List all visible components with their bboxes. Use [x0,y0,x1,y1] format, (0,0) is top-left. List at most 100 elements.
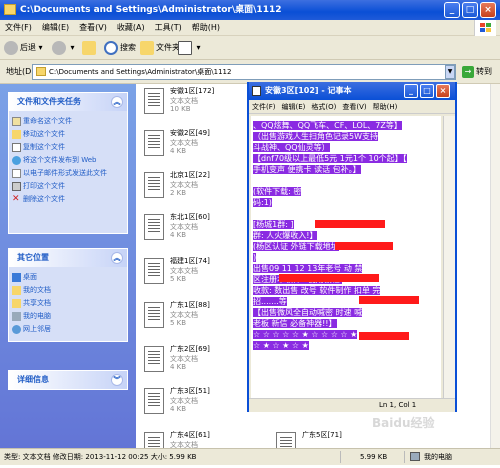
np-menu-file[interactable]: 文件(F) [249,100,279,114]
toolbar: 后退 ▾ ▾ 搜索 文件夹 ▾ [0,36,500,60]
text-line: 【dnf70级以上最低5元 1元1个 10个起】【 [253,154,407,163]
place-my-computer[interactable]: 我的电脑 [9,310,127,323]
text-document-icon [144,302,164,328]
folders-button[interactable]: 文件夹 [140,40,180,56]
address-dropdown-button[interactable]: ▼ [445,65,455,79]
notepad-maximize-button[interactable]: □ [420,84,434,98]
copy-icon [12,143,21,152]
computer-icon [410,452,420,461]
np-menu-help[interactable]: 帮助(H) [370,100,401,114]
notepad-title: 安徽3区[102] - 记事本 [265,86,352,95]
maximize-button[interactable]: □ [462,2,478,18]
notepad-window: 安徽3区[102] - 记事本 _ □ × 文件(F) 编辑(E) 格式(O) 查看(… [247,82,457,412]
task-copy[interactable]: 复制这个文件 [9,141,127,154]
status-separator [340,451,341,463]
task-rename[interactable]: 重命名这个文件 [9,115,127,128]
status-bar: 类型: 文本文档 修改日期: 2013-11-12 00:25 大小: 5.99… [0,448,500,465]
menu-tools[interactable]: 工具(T) [150,20,187,36]
folder-icon [4,4,16,15]
place-desktop[interactable]: 桌面 [9,271,127,284]
other-places-header[interactable]: 其它位置 ︽ [9,249,127,267]
task-email[interactable]: 以电子邮件形式发送此文件 [9,167,127,180]
task-print[interactable]: 打印这个文件 [9,180,127,193]
details-panel: 详细信息 ︾ [8,370,128,390]
text-document-icon [144,258,164,284]
search-button[interactable]: 搜索 [104,40,136,56]
views-button[interactable]: ▾ [178,40,201,56]
text-line: 码:1) [253,198,272,207]
place-my-documents[interactable]: 我的文档 [9,284,127,297]
notepad-vertical-scrollbar[interactable] [443,116,455,398]
text-line: ) [253,253,257,262]
file-item[interactable]: 广东2区[69] 文本文档 4 KB [140,344,240,382]
menu-help[interactable]: 帮助(H) [187,20,225,36]
file-item[interactable]: 广东1区[88] 文本文档 5 KB [140,300,240,338]
task-delete[interactable]: ✕ 删除这个文件 [9,193,127,206]
rename-icon [12,117,21,126]
notepad-minimize-button[interactable]: _ [404,84,418,98]
menu-bar: 文件(F) 编辑(E) 查看(V) 收藏(A) 工具(T) 帮助(H) [0,20,500,36]
text-line: 群: 人火爆收入!】 [253,231,318,240]
chevron-up-icon[interactable]: ︽ [111,96,123,108]
go-arrow-icon: → [462,66,474,78]
minimize-button[interactable]: _ [444,2,460,18]
place-network[interactable]: 网上邻居 [9,323,127,336]
text-line: [杨城1群: ] [253,220,294,229]
text-line: (软件下载: 密 [253,187,302,196]
text-line: (杨区认证 外链下载地址 [253,242,339,251]
windows-logo-icon [474,20,496,36]
text-document-icon [144,130,164,156]
file-item[interactable]: 安徽1区[172] 文本文档 10 KB [140,86,240,124]
notepad-close-button[interactable]: × [436,84,450,98]
file-item[interactable]: 东北1区[60] 文本文档 4 KB [140,212,240,250]
go-button[interactable]: → 转到 [462,64,492,80]
explorer-title: C:\Documents and Settings\Administrator\… [20,5,282,15]
file-tasks-header[interactable]: 文件和文件夹任务 ︽ [9,93,127,111]
chevron-up-icon[interactable]: ︽ [111,252,123,264]
delete-x-icon: ✕ [12,194,20,204]
file-item[interactable]: 安徽2区[49] 文本文档 4 KB [140,128,240,166]
address-label: 地址(D) [6,67,35,76]
file-item[interactable]: 福建1区[74] 文本文档 5 KB [140,256,240,294]
notepad-icon [252,86,261,96]
shared-folder-icon [12,299,21,308]
address-bar: 地址(D) C:\Documents and Settings\Administ… [0,60,500,84]
vertical-scrollbar[interactable] [490,84,500,448]
task-move[interactable]: 移动这个文件 [9,128,127,141]
file-item[interactable]: 北京1区[22] 文本文档 2 KB [140,170,240,208]
address-input[interactable]: C:\Documents and Settings\Administrator\… [32,64,456,80]
back-button[interactable]: 后退 ▾ [4,40,43,56]
redaction-mark [335,242,393,250]
menu-favorites[interactable]: 收藏(A) [112,20,150,36]
task-publish-web[interactable]: 将这个文件发布到 Web [9,154,127,167]
back-arrow-icon [4,40,18,55]
menu-file[interactable]: 文件(F) [0,20,37,36]
text-line: 老板 新信 必备神器!!】 [253,319,337,328]
printer-icon [12,182,21,191]
place-shared-documents[interactable]: 共享文档 [9,297,127,310]
menu-view[interactable]: 查看(V) [74,20,112,36]
np-menu-edit[interactable]: 编辑(E) [279,100,309,114]
text-line: ☆ ★ ☆ ★ ☆ ★ [253,341,309,350]
menu-edit[interactable]: 编辑(E) [37,20,74,36]
status-location: 我的电脑 [424,453,452,461]
notepad-text-area[interactable]: 、QQ炫舞、QQ飞车、CF、LOL、7Z等】 （出售游戏人生扫角色记录5W支持 … [251,116,441,398]
close-button[interactable]: × [480,2,496,18]
np-menu-view[interactable]: 查看(V) [339,100,369,114]
mail-icon [12,169,21,178]
notepad-status-bar: Ln 1, Col 1 [249,398,455,412]
file-item[interactable]: 广东3区[51] 文本文档 4 KB [140,386,240,424]
chevron-down-icon[interactable]: ︾ [111,374,123,386]
watermark: Baidu经验 [372,416,435,430]
forward-button[interactable]: ▾ [52,40,75,56]
notepad-title-bar[interactable]: 安徽3区[102] - 记事本 _ □ × [249,82,455,100]
details-header[interactable]: 详细信息 ︾ [9,371,127,389]
status-separator [404,451,405,463]
explorer-title-bar[interactable]: C:\Documents and Settings\Administrator\… [0,0,500,20]
text-line: 收款: 数出售 改号 软件制作 扣单 完 [253,286,381,295]
text-document-icon [144,346,164,372]
text-document-icon [144,214,164,240]
np-menu-format[interactable]: 格式(O) [308,100,339,114]
up-button[interactable] [82,40,98,56]
other-places-panel: 其它位置 ︽ 桌面 我的文档 共享文档 我的电脑 网上邻居 [8,248,128,342]
